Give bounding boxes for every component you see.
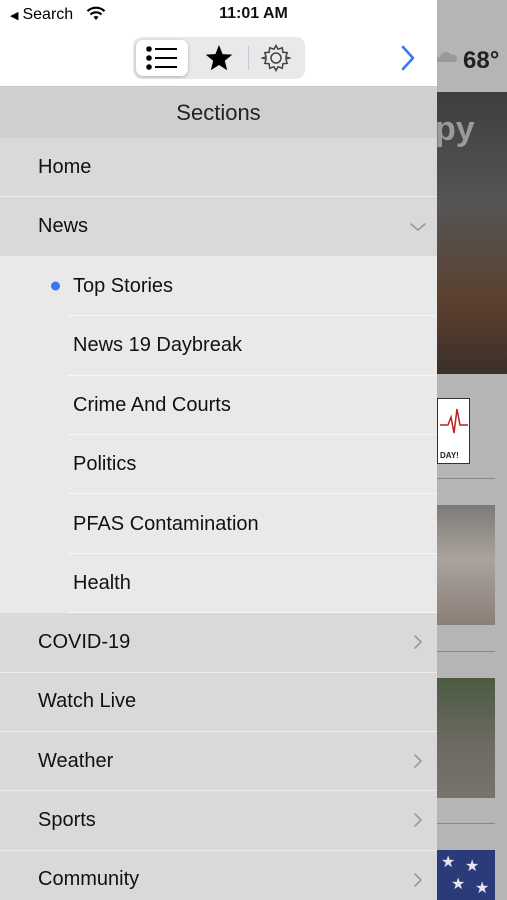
menu-item-home[interactable]: Home	[0, 138, 437, 198]
menu-item-weather[interactable]: Weather	[0, 731, 437, 792]
menu-item-label: Top Stories	[73, 274, 174, 297]
star-decoration: ★	[451, 876, 466, 893]
sections-title: Sections	[0, 88, 437, 138]
segment-divider	[248, 46, 249, 70]
chevron-right-icon	[414, 635, 422, 650]
menu-item-label: COVID-19	[38, 630, 131, 653]
heartbeat-icon	[440, 408, 468, 434]
selected-indicator-dot	[51, 281, 60, 291]
list-icon	[146, 46, 177, 70]
chevron-right-icon	[414, 754, 422, 768]
thumbnail-caption: DAY!	[440, 451, 459, 460]
menu-item-label: Politics	[73, 453, 137, 476]
submenu-item-top-stories[interactable]: Top Stories	[0, 256, 437, 317]
hero-headline-fragment: py	[437, 110, 475, 148]
gear-icon	[261, 43, 291, 73]
segment-settings[interactable]	[250, 40, 302, 76]
drawer-toolbar	[0, 30, 437, 87]
status-bar: ◀ Search 11:01 AM	[0, 0, 507, 30]
segment-sections-list[interactable]	[136, 40, 188, 76]
submenu-item-health[interactable]: Health	[0, 553, 437, 614]
segment-favorites[interactable]	[193, 40, 245, 76]
chevron-right-icon	[401, 45, 415, 71]
divider	[437, 651, 495, 652]
star-decoration: ★	[441, 854, 456, 871]
weather-cloud-icon	[437, 52, 457, 62]
menu-item-label: Weather	[38, 749, 114, 772]
menu-item-label: Home	[38, 155, 92, 178]
menu-item-label: Watch Live	[38, 690, 137, 713]
sections-menu: Home News Top Stories News 19 Daybreak C…	[0, 138, 437, 900]
divider	[437, 823, 495, 824]
menu-item-community[interactable]: Community	[0, 850, 437, 900]
menu-item-label: Community	[38, 868, 140, 891]
background-app-content: 68° py DAY! ★ ★ ★ ★	[437, 0, 507, 900]
thumbnail-image[interactable]	[437, 505, 495, 625]
menu-item-sports[interactable]: Sports	[0, 791, 437, 851]
menu-item-label: Health	[73, 571, 131, 594]
chevron-down-icon	[410, 222, 426, 231]
star-decoration: ★	[475, 880, 490, 897]
submenu-item-pfas-contamination[interactable]: PFAS Contamination	[0, 494, 437, 555]
star-decoration: ★	[465, 858, 480, 875]
chevron-right-icon	[414, 873, 422, 887]
menu-item-news[interactable]: News	[0, 197, 437, 257]
chevron-right-icon	[414, 813, 422, 828]
thumbnail-image[interactable]	[437, 678, 495, 798]
divider	[437, 478, 495, 479]
status-time: 11:01 AM	[219, 5, 288, 22]
submenu-item-politics[interactable]: Politics	[0, 434, 437, 495]
weather-temperature[interactable]: 68°	[463, 47, 499, 75]
forward-button[interactable]	[396, 40, 420, 76]
submenu-item-news-19-daybreak[interactable]: News 19 Daybreak	[0, 316, 437, 376]
thumbnail-promo[interactable]: DAY!	[437, 398, 470, 464]
view-segmented-control	[133, 37, 305, 79]
thumbnail-image[interactable]: ★ ★ ★ ★	[437, 850, 495, 900]
star-icon	[205, 45, 233, 71]
menu-item-label: PFAS Contamination	[73, 512, 259, 535]
menu-item-label: Sports	[38, 808, 96, 831]
menu-item-label: News 19 Daybreak	[73, 334, 242, 357]
menu-item-label: News	[38, 215, 89, 238]
submenu-item-crime-and-courts[interactable]: Crime And Courts	[0, 375, 437, 436]
sections-drawer: Sections Home News Top Stories News 19 D…	[0, 30, 437, 900]
menu-item-label: Crime And Courts	[73, 393, 231, 416]
menu-item-watch-live[interactable]: Watch Live	[0, 672, 437, 732]
menu-item-covid-19[interactable]: COVID-19	[0, 613, 437, 673]
